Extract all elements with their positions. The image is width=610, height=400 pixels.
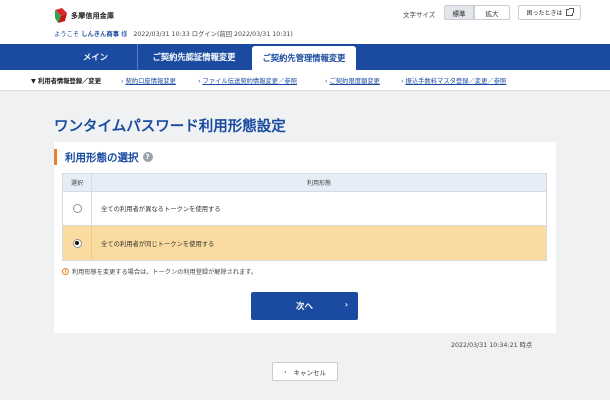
- next-button-label: 次へ: [295, 302, 313, 312]
- page-title: ワンタイムパスワード利用形態設定: [54, 119, 286, 135]
- user-name: しんきん商事: [81, 31, 119, 38]
- tab-main[interactable]: メイン: [54, 44, 138, 70]
- subnav-link-file-transfer[interactable]: › ファイル伝送契約情報変更／参照: [198, 76, 297, 85]
- bank-name: 多摩信用金庫: [71, 12, 115, 20]
- tab-auth-info[interactable]: ご契約先認証情報変更: [138, 44, 250, 70]
- selection-card: 利用形態の選択 ? 選択 利用形態 全ての利用者が異なるトークンを使用する 全て…: [54, 142, 556, 333]
- tab-management-info[interactable]: ご契約先管理情報変更: [252, 46, 356, 70]
- sub-nav: ▼ 利用者情報登録／変更 › 契約口座情報変更 › ファイル伝送契約情報変更／参照 …: [0, 70, 610, 91]
- subnav-link-fee-master[interactable]: › 振込手数料マスタ登録／変更／参照: [401, 76, 506, 85]
- subnav-link-limit[interactable]: › ご契約限度額変更: [325, 76, 380, 85]
- header-usage-type: 利用形態: [306, 180, 331, 187]
- header-select: 選択: [63, 174, 92, 191]
- section-title: 利用形態の選択 ?: [54, 149, 153, 165]
- font-size-large-button[interactable]: 拡大: [474, 5, 510, 20]
- next-button[interactable]: 次へ ›: [251, 292, 358, 320]
- chevron-left-icon: ‹: [283, 367, 287, 376]
- main-nav: メイン ご契約先認証情報変更 ご契約先管理情報変更: [0, 44, 610, 70]
- usage-type-table: 選択 利用形態 全ての利用者が異なるトークンを使用する 全ての利用者が同じトーク…: [62, 173, 547, 261]
- help-button[interactable]: 困ったときは: [518, 5, 581, 20]
- radio-same-token[interactable]: [72, 238, 82, 248]
- row-label: 全ての利用者が異なるトークンを使用する: [101, 206, 221, 213]
- table-header: 選択 利用形態: [63, 174, 546, 192]
- table-row[interactable]: 全ての利用者が異なるトークンを使用する: [63, 192, 546, 226]
- chevron-right-icon: ›: [401, 78, 404, 85]
- cancel-button[interactable]: ‹ キャンセル: [272, 362, 338, 381]
- subnav-link-account-info[interactable]: › 契約口座情報変更: [121, 76, 176, 85]
- radio-cell: [63, 226, 92, 260]
- welcome-line: ようこそ しんきん商事 様 2022/03/31 10:33 ログイン(前回 2…: [54, 29, 293, 38]
- notice: i 利用形態を変更する場合は、トークンの利用登録が解除されます。: [62, 267, 257, 276]
- chevron-right-icon: ›: [121, 78, 124, 85]
- login-info: 2022/03/31 10:33 ログイン(前回 2022/03/31 10:3…: [133, 31, 293, 38]
- chevron-right-icon: ›: [198, 78, 201, 85]
- radio-cell: [63, 192, 92, 225]
- user-suffix: 様: [121, 31, 128, 38]
- header: 多摩信用金庫 文字サイズ 標準 拡大 困ったときは ようこそ しんきん商事 様 …: [0, 0, 610, 44]
- font-size-standard-button[interactable]: 標準: [444, 5, 474, 20]
- bank-logo[interactable]: 多摩信用金庫: [54, 7, 114, 25]
- question-icon[interactable]: ?: [142, 152, 153, 162]
- help-button-label: 困ったときは: [526, 10, 563, 17]
- info-icon: i: [62, 268, 69, 275]
- font-size-label: 文字サイズ: [403, 11, 436, 19]
- chevron-right-icon: ›: [325, 78, 328, 85]
- subnav-current-item[interactable]: ▼ 利用者情報登録／変更: [31, 76, 101, 85]
- radio-different-tokens[interactable]: [72, 204, 82, 213]
- table-row[interactable]: 全ての利用者が同じトークンを使用する: [63, 226, 546, 260]
- bank-logo-mark-icon: [55, 8, 67, 23]
- external-window-icon: [565, 8, 574, 16]
- cancel-button-label: キャンセル: [293, 368, 327, 377]
- welcome-prefix: ようこそ: [54, 31, 80, 38]
- section-title-text: 利用形態の選択: [65, 151, 139, 164]
- chevron-right-icon: ›: [344, 300, 348, 309]
- row-label: 全ての利用者が同じトークンを使用する: [101, 240, 215, 248]
- notice-text: 利用形態を変更する場合は、トークンの利用登録が解除されます。: [72, 269, 258, 276]
- timestamp: 2022/03/31 10:34:21 時点: [451, 342, 533, 349]
